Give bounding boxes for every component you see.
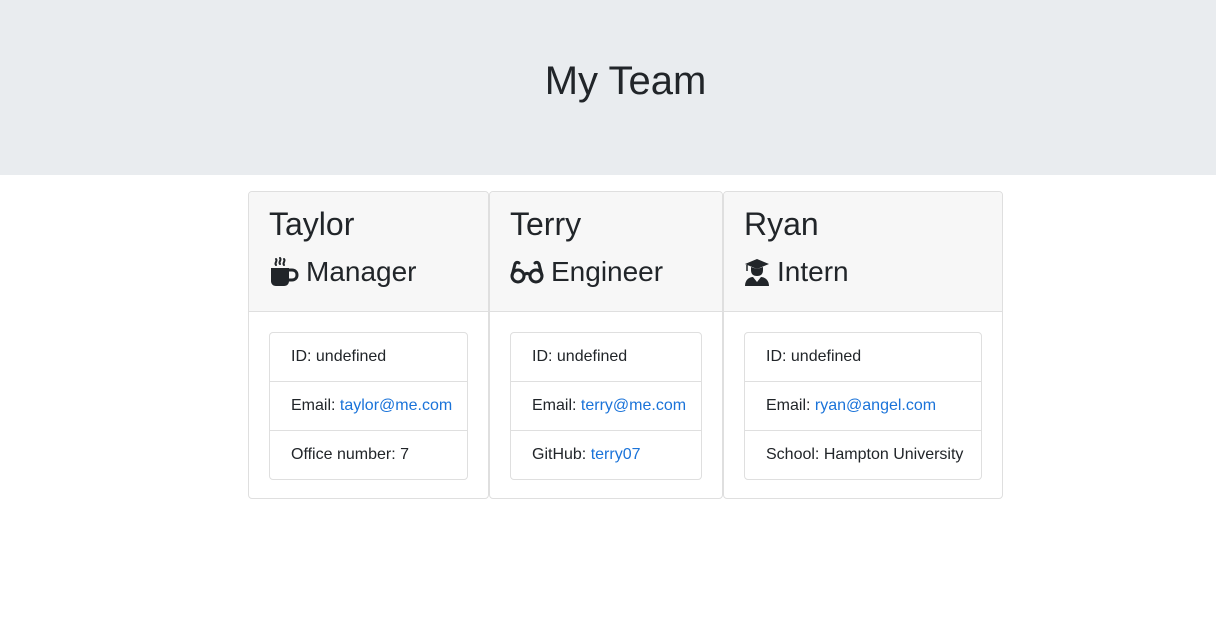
employee-name: Ryan <box>744 206 819 242</box>
email-label: Email: <box>291 397 336 414</box>
role-row: Manager <box>269 254 417 290</box>
office-number-value: 7 <box>400 446 409 463</box>
id-item: ID: undefined <box>745 333 981 382</box>
id-label: ID: <box>532 348 553 365</box>
employee-card-engineer: Terry Engineer ID: undefined Email: terr… <box>489 191 723 499</box>
employee-details: ID: undefined Email: terry@me.com GitHub… <box>510 332 702 480</box>
employee-card-intern: Ryan Intern ID: undefined Email: ryan@an… <box>723 191 1003 499</box>
github-link[interactable]: terry07 <box>591 446 641 463</box>
school-label: School: <box>766 446 820 463</box>
email-item: Email: taylor@me.com <box>270 382 467 431</box>
id-item: ID: undefined <box>511 333 701 382</box>
coffee-mug-icon <box>269 257 299 287</box>
employee-details: ID: undefined Email: ryan@angel.com Scho… <box>744 332 982 480</box>
id-label: ID: <box>766 348 787 365</box>
id-label: ID: <box>291 348 312 365</box>
jumbotron-header: My Team <box>0 0 1216 175</box>
employee-card-manager: Taylor Manager ID: undefined Email: tayl… <box>248 191 489 499</box>
email-label: Email: <box>532 397 577 414</box>
id-item: ID: undefined <box>270 333 467 382</box>
employee-name: Terry <box>510 206 582 242</box>
office-number-item: Office number: 7 <box>270 431 467 479</box>
role-row: Intern <box>744 254 849 290</box>
email-link[interactable]: taylor@me.com <box>340 397 452 414</box>
email-item: Email: ryan@angel.com <box>745 382 981 431</box>
id-value: undefined <box>556 348 628 365</box>
employee-details: ID: undefined Email: taylor@me.com Offic… <box>269 332 468 480</box>
github-item: GitHub: terry07 <box>511 431 701 479</box>
id-value: undefined <box>315 348 387 365</box>
card-header: Terry Engineer <box>490 192 722 312</box>
graduate-icon <box>744 257 770 287</box>
employee-role: Intern <box>777 256 849 287</box>
email-link[interactable]: terry@me.com <box>581 397 686 414</box>
email-item: Email: terry@me.com <box>511 382 701 431</box>
card-header: Taylor Manager <box>249 192 488 312</box>
glasses-icon <box>510 257 544 287</box>
school-item: School: Hampton University <box>745 431 981 479</box>
office-number-label: Office number: <box>291 446 396 463</box>
employee-role: Engineer <box>551 256 664 287</box>
id-value: undefined <box>790 348 862 365</box>
github-label: GitHub: <box>532 446 587 463</box>
employee-role: Manager <box>306 256 417 287</box>
school-value: Hampton University <box>823 446 964 463</box>
role-row: Engineer <box>510 254 663 290</box>
employee-name: Taylor <box>269 206 355 242</box>
card-header: Ryan Intern <box>724 192 1002 312</box>
page-title: My Team <box>544 59 707 103</box>
email-link[interactable]: ryan@angel.com <box>815 397 936 414</box>
email-label: Email: <box>766 397 811 414</box>
